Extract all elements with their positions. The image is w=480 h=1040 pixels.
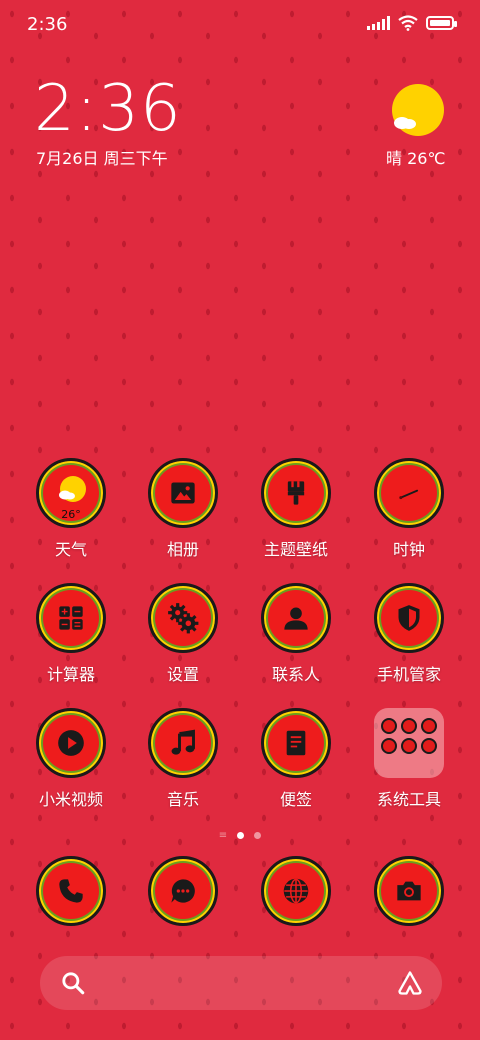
gallery-icon bbox=[171, 482, 195, 504]
page-indicator[interactable]: ≡ bbox=[0, 830, 480, 841]
app-icon bbox=[36, 856, 106, 926]
app-icon bbox=[148, 458, 218, 528]
app-video[interactable]: 小米视频 bbox=[16, 708, 126, 810]
app-clock[interactable]: 时钟 bbox=[354, 458, 464, 560]
folder-icon bbox=[374, 708, 444, 778]
cloud-icon bbox=[394, 117, 416, 129]
app-music[interactable]: 音乐 bbox=[128, 708, 238, 810]
dock-browser[interactable] bbox=[241, 856, 351, 926]
notes-icon bbox=[286, 730, 306, 756]
mini-app-icon bbox=[421, 718, 437, 734]
status-time: 2:36 bbox=[27, 14, 68, 35]
dock-camera[interactable] bbox=[354, 856, 464, 926]
app-themes[interactable]: 主题壁纸 bbox=[241, 458, 351, 560]
status-bar: 2:36 bbox=[0, 0, 480, 50]
app-label: 便签 bbox=[279, 790, 312, 809]
app-icon bbox=[36, 583, 106, 653]
app-icon bbox=[261, 856, 331, 926]
app-icon bbox=[261, 458, 331, 528]
menu-lines-icon: ≡ bbox=[218, 830, 228, 841]
mini-app-icon bbox=[381, 738, 397, 754]
app-icon bbox=[36, 708, 106, 778]
battery-icon bbox=[426, 16, 457, 30]
clock-widget-date: 7月26日 周三下午 bbox=[36, 149, 168, 168]
dock-messages[interactable] bbox=[128, 856, 238, 926]
play-icon bbox=[58, 730, 84, 756]
dock-phone[interactable] bbox=[16, 856, 126, 926]
mini-app-icon bbox=[401, 718, 417, 734]
app-icon bbox=[261, 583, 331, 653]
weather-icon bbox=[59, 476, 86, 502]
app-label: 相册 bbox=[166, 540, 199, 559]
app-icon bbox=[261, 708, 331, 778]
phone-icon bbox=[59, 879, 83, 903]
app-icon bbox=[374, 583, 444, 653]
brush-icon bbox=[287, 481, 305, 505]
app-icon bbox=[148, 583, 218, 653]
app-label: 设置 bbox=[166, 665, 199, 684]
music-icon bbox=[171, 729, 195, 755]
clock-widget-time[interactable]: 2:36 bbox=[34, 74, 182, 144]
weather-widget-text: 晴 26℃ bbox=[386, 149, 446, 168]
mini-app-icon bbox=[421, 738, 437, 754]
status-icons bbox=[367, 15, 457, 31]
app-gallery[interactable]: 相册 bbox=[128, 458, 238, 560]
app-contacts[interactable]: 联系人 bbox=[241, 583, 351, 685]
camera-icon bbox=[397, 881, 421, 901]
weather-badge: 26° bbox=[61, 508, 81, 521]
search-icon bbox=[62, 972, 85, 995]
app-settings[interactable]: 设置 bbox=[128, 583, 238, 685]
mini-app-icon bbox=[381, 718, 397, 734]
app-label: 天气 bbox=[54, 540, 87, 559]
search-bar[interactable] bbox=[40, 956, 442, 1010]
app-label: 系统工具 bbox=[376, 790, 441, 809]
app-label: 时钟 bbox=[392, 540, 425, 559]
app-icon bbox=[374, 856, 444, 926]
person-icon bbox=[284, 607, 308, 630]
app-label: 计算器 bbox=[46, 665, 95, 684]
app-weather[interactable]: 26° 天气 bbox=[16, 458, 126, 560]
app-notes[interactable]: 便签 bbox=[241, 708, 351, 810]
shield-icon bbox=[398, 605, 420, 631]
app-icon bbox=[148, 856, 218, 926]
app-label: 手机管家 bbox=[376, 665, 441, 684]
page-dot[interactable] bbox=[254, 832, 262, 839]
app-label: 音乐 bbox=[166, 790, 199, 809]
globe-icon bbox=[283, 878, 309, 904]
gear-icon bbox=[168, 603, 199, 634]
assistant-icon[interactable] bbox=[396, 969, 424, 997]
calculator-icon bbox=[59, 606, 83, 630]
app-icon bbox=[374, 458, 444, 528]
clock-icon bbox=[399, 489, 419, 500]
signal-icon bbox=[367, 16, 390, 30]
app-icon bbox=[148, 708, 218, 778]
mini-app-icon bbox=[401, 738, 417, 754]
folder-system-tools[interactable]: 系统工具 bbox=[354, 708, 464, 810]
app-security[interactable]: 手机管家 bbox=[354, 583, 464, 685]
page-dot-active[interactable] bbox=[237, 832, 245, 839]
wifi-icon bbox=[398, 15, 418, 31]
app-icon: 26° bbox=[36, 458, 106, 528]
app-calculator[interactable]: 计算器 bbox=[16, 583, 126, 685]
app-label: 小米视频 bbox=[38, 790, 103, 809]
app-label: 联系人 bbox=[271, 665, 320, 684]
message-icon bbox=[171, 879, 195, 903]
app-label: 主题壁纸 bbox=[263, 540, 328, 559]
